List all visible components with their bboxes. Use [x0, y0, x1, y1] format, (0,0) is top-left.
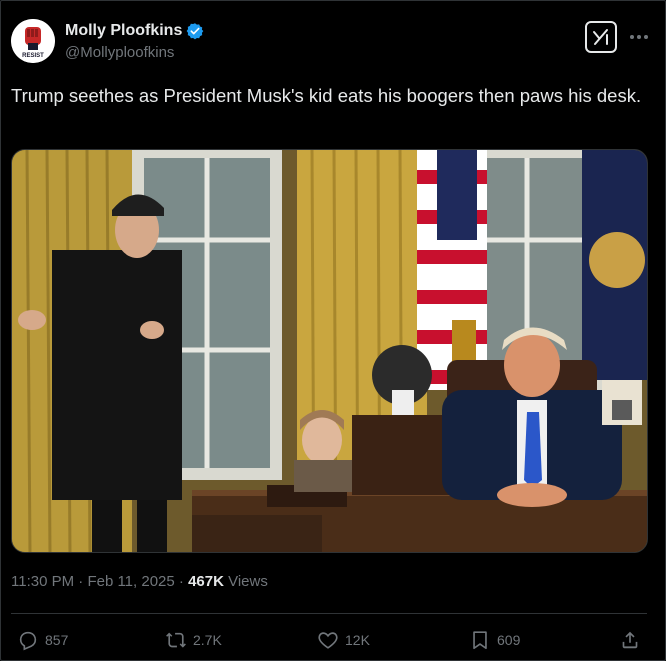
share-button[interactable]	[619, 625, 641, 655]
views-label: Views	[228, 573, 268, 590]
heart-icon	[318, 632, 338, 649]
post-header: RESIST Molly Ploofkins @Mollyploofkins	[11, 19, 657, 67]
display-name[interactable]: Molly Ploofkins	[65, 22, 182, 40]
avatar[interactable]: RESIST	[11, 19, 55, 63]
resist-fist-icon: RESIST	[11, 19, 55, 63]
handle[interactable]: @Mollyploofkins	[65, 44, 204, 61]
bookmark-count: 609	[497, 632, 521, 648]
action-bar: 857 2.7K 12K 609	[1, 625, 666, 655]
share-icon	[622, 631, 638, 649]
post-date[interactable]: Feb 11, 2025	[87, 573, 174, 590]
reply-button[interactable]: 857	[17, 625, 68, 655]
meta-separator: ·	[78, 573, 84, 590]
meta-separator-2: ·	[178, 573, 184, 590]
reply-icon	[19, 631, 37, 651]
post-meta: 11:30 PM · Feb 11, 2025 · 467K Views	[11, 573, 268, 590]
repost-count: 2.7K	[193, 632, 222, 648]
more-icon	[630, 35, 648, 39]
avatar-text: RESIST	[22, 53, 44, 59]
grok-button[interactable]	[585, 21, 617, 53]
bookmark-icon	[473, 631, 487, 650]
repost-icon	[166, 632, 186, 648]
post-media-image[interactable]	[11, 149, 648, 553]
post-text: Trump seethes as President Musk's kid ea…	[11, 85, 642, 106]
grok-icon	[593, 29, 608, 45]
repost-button[interactable]: 2.7K	[165, 625, 222, 655]
bookmark-button[interactable]: 609	[469, 625, 520, 655]
divider	[11, 613, 647, 614]
reply-count: 857	[45, 632, 69, 648]
post-time[interactable]: 11:30 PM	[11, 573, 74, 590]
more-options-button[interactable]	[625, 27, 653, 47]
like-button[interactable]: 12K	[317, 625, 370, 655]
oval-office-photo	[12, 150, 647, 552]
like-count: 12K	[345, 632, 370, 648]
views-count: 467K	[188, 573, 224, 590]
verified-badge-icon[interactable]	[186, 22, 204, 40]
author-names: Molly Ploofkins @Mollyploofkins	[65, 22, 204, 61]
post-card: RESIST Molly Ploofkins @Mollyploofkins T…	[0, 0, 666, 661]
